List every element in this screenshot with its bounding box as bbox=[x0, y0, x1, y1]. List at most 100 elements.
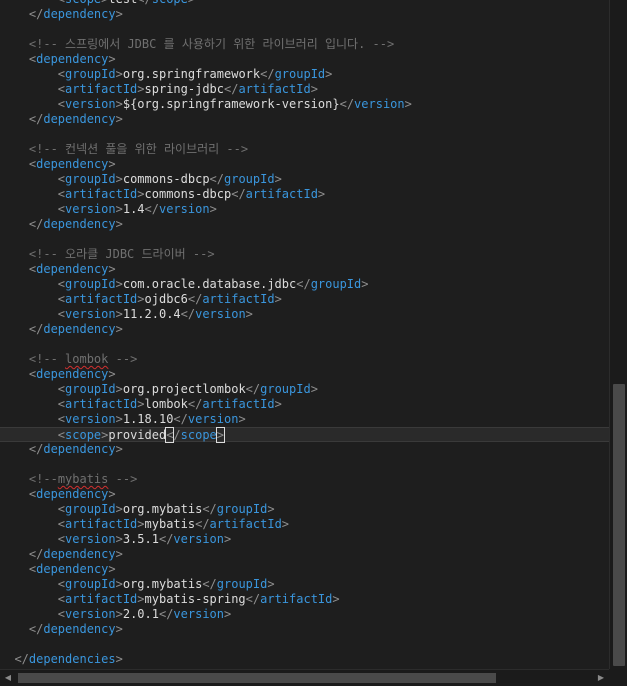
code-line[interactable]: <dependency> bbox=[0, 487, 609, 502]
code-line[interactable]: <artifactId>commons-dbcp</artifactId> bbox=[0, 187, 609, 202]
vertical-scrollbar-thumb[interactable] bbox=[613, 384, 625, 666]
xml-tag-name: groupId bbox=[310, 277, 362, 291]
code-line[interactable]: </dependency> bbox=[0, 322, 609, 337]
code-line[interactable] bbox=[0, 232, 609, 247]
code-line[interactable]: <version>1.18.10</version> bbox=[0, 412, 609, 427]
code-line[interactable] bbox=[0, 457, 609, 472]
xml-text-value: 1.4 bbox=[122, 202, 145, 216]
code-line[interactable]: <!-- 스프링에서 JDBC 를 사용하기 위한 라이브러리 입니다. --> bbox=[0, 37, 609, 52]
code-line[interactable]: <version>${org.springframework-version}<… bbox=[0, 97, 609, 112]
code-line[interactable]: <dependency> bbox=[0, 157, 609, 172]
scroll-right-arrow-icon[interactable]: ▶ bbox=[595, 673, 607, 683]
code-line[interactable]: </dependency> bbox=[0, 547, 609, 562]
code-line[interactable]: <groupId>commons-dbcp</groupId> bbox=[0, 172, 609, 187]
code-line[interactable]: </dependencies> bbox=[0, 652, 609, 667]
xml-bracket: < bbox=[57, 502, 66, 516]
horizontal-scrollbar-thumb[interactable] bbox=[18, 673, 496, 683]
code-line[interactable] bbox=[0, 127, 609, 142]
code-line[interactable]: <dependency> bbox=[0, 562, 609, 577]
xml-comment: <!-- bbox=[28, 352, 66, 366]
xml-tag-name: scope bbox=[152, 0, 188, 6]
xml-tag-name: dependency bbox=[36, 562, 109, 576]
xml-tag-name: scope bbox=[65, 428, 102, 442]
xml-bracket: < bbox=[58, 0, 65, 6]
code-line[interactable]: <!-- 컨넥션 풀을 위한 라이브러리 --> bbox=[0, 142, 609, 157]
xml-bracket: > bbox=[115, 607, 123, 621]
xml-bracket: </ bbox=[158, 607, 174, 621]
xml-tag-name: groupId bbox=[216, 577, 268, 591]
code-line[interactable]: <artifactId>mybatis-spring</artifactId> bbox=[0, 592, 609, 607]
code-line[interactable] bbox=[0, 337, 609, 352]
code-line[interactable]: <groupId>org.projectlombok</groupId> bbox=[0, 382, 609, 397]
code-line[interactable]: <groupId>org.mybatis</groupId> bbox=[0, 502, 609, 517]
xml-bracket: > bbox=[137, 187, 145, 201]
xml-tag-name: artifactId bbox=[65, 82, 138, 96]
code-line[interactable]: <version>2.0.1</version> bbox=[0, 607, 609, 622]
xml-tag-name: artifactId bbox=[209, 517, 282, 531]
xml-bracket: > bbox=[404, 97, 412, 111]
code-line[interactable]: <artifactId>spring-jdbc</artifactId> bbox=[0, 82, 609, 97]
xml-text-value: ojdbc6 bbox=[144, 292, 188, 306]
xml-text-value: com.oracle.database.jdbc bbox=[122, 277, 297, 291]
xml-tag-name: artifactId bbox=[65, 187, 138, 201]
code-line[interactable]: <!-- 오라클 JDBC 드라이버 --> bbox=[0, 247, 609, 262]
code-line[interactable]: </dependency> bbox=[0, 7, 609, 22]
xml-tag-name: dependency bbox=[36, 52, 109, 66]
code-line[interactable]: <dependency> bbox=[0, 367, 609, 382]
vertical-scrollbar[interactable] bbox=[609, 0, 627, 669]
xml-tag-name: dependency bbox=[43, 442, 116, 456]
xml-text-value: org.mybatis bbox=[122, 502, 203, 516]
horizontal-scrollbar[interactable]: ◀ ▶ bbox=[0, 669, 609, 686]
code-line[interactable]: <version>3.5.1</version> bbox=[0, 532, 609, 547]
code-line[interactable]: <groupId>org.mybatis</groupId> bbox=[0, 577, 609, 592]
xml-bracket: > bbox=[115, 217, 123, 231]
xml-bracket: > bbox=[137, 397, 145, 411]
code-line[interactable]: <groupId>com.oracle.database.jdbc</group… bbox=[0, 277, 609, 292]
code-line[interactable]: <version>1.4</version> bbox=[0, 202, 609, 217]
xml-bracket: < bbox=[57, 607, 66, 621]
code-line[interactable]: </dependency> bbox=[0, 112, 609, 127]
xml-tag-name: version bbox=[65, 97, 116, 111]
code-line[interactable]: <!-- lombok --> bbox=[0, 352, 609, 367]
xml-tag-name: dependencies bbox=[28, 652, 116, 666]
code-line[interactable] bbox=[0, 22, 609, 37]
xml-bracket: </ bbox=[137, 0, 151, 6]
code-line[interactable]: <artifactId>ojdbc6</artifactId> bbox=[0, 292, 609, 307]
xml-bracket: > bbox=[115, 97, 123, 111]
xml-tag-name: version bbox=[195, 307, 246, 321]
code-line[interactable]: <dependency> bbox=[0, 262, 609, 277]
xml-bracket: > bbox=[108, 262, 116, 276]
code-line[interactable]: <groupId>org.springframework</groupId> bbox=[0, 67, 609, 82]
xml-bracket: > bbox=[115, 112, 123, 126]
code-line[interactable]: <scope>test</scope> bbox=[0, 0, 609, 7]
code-lines[interactable]: <scope>test</scope> </dependency> <!-- 스… bbox=[0, 0, 609, 667]
code-line[interactable]: </dependency> bbox=[0, 622, 609, 637]
current-code-line[interactable]: <scope>provided</scope> bbox=[0, 427, 609, 443]
code-line[interactable]: <dependency> bbox=[0, 52, 609, 67]
code-line[interactable]: <artifactId>lombok</artifactId> bbox=[0, 397, 609, 412]
code-line[interactable]: <!--mybatis --> bbox=[0, 472, 609, 487]
code-line[interactable] bbox=[0, 637, 609, 652]
xml-bracket: </ bbox=[202, 502, 217, 516]
xml-text-value: org.springframework bbox=[122, 67, 261, 81]
code-line[interactable]: <artifactId>mybatis</artifactId> bbox=[0, 517, 609, 532]
code-line[interactable]: <version>11.2.0.4</version> bbox=[0, 307, 609, 322]
xml-bracket: </ bbox=[231, 187, 246, 201]
xml-text-value: org.mybatis bbox=[122, 577, 203, 591]
scroll-left-arrow-icon[interactable]: ◀ bbox=[2, 673, 14, 683]
code-line[interactable]: </dependency> bbox=[0, 442, 609, 457]
code-line[interactable]: </dependency> bbox=[0, 217, 609, 232]
code-editor[interactable]: <scope>test</scope> </dependency> <!-- 스… bbox=[0, 0, 609, 669]
xml-tag-name: scope bbox=[65, 0, 101, 6]
